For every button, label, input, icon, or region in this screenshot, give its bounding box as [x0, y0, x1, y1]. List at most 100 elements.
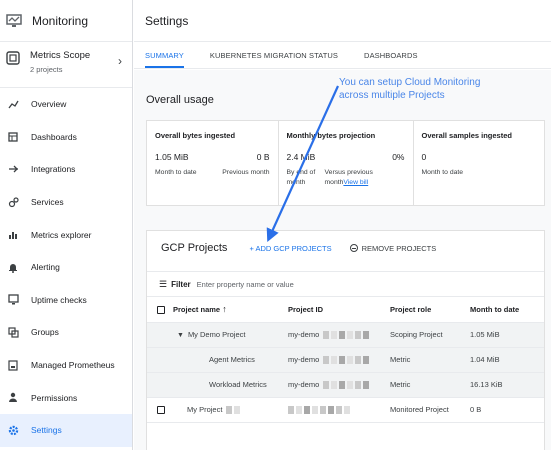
usage-bytes-ingested: Overall bytes ingested 1.05 MiB 0 B Mont… [147, 121, 279, 205]
filter-icon: ☰ [159, 278, 168, 289]
sidebar-item-permissions[interactable]: Permissions [0, 381, 132, 414]
scope-name: Metrics Scope [30, 50, 91, 61]
filter-input[interactable]: Enter property name or value [197, 280, 294, 289]
filter-bar[interactable]: ☰ Filter Enter property name or value [147, 271, 544, 297]
col-project-role: Project role [390, 297, 470, 323]
expand-arrow-icon[interactable]: ▼ [177, 332, 184, 339]
bell-icon [7, 261, 19, 273]
table-row[interactable]: My Project Monitored Project 0 B [147, 397, 544, 423]
table-row[interactable]: Agent Metrics my-demo Metric 1.04 MiB [147, 347, 544, 373]
usage-monthly-projection: Monthly bytes projection 2.4 MiB 0% By e… [279, 121, 414, 205]
project-role: Metric [390, 347, 470, 373]
sidebar-item-label: Managed Prometheus [31, 360, 115, 371]
sidebar-item-dashboards[interactable]: Dashboards [0, 121, 132, 154]
select-all-checkbox[interactable] [157, 305, 165, 314]
usage-value: 1.05 MiB [155, 152, 189, 162]
sidebar-item-metrics-explorer[interactable]: Metrics explorer [0, 218, 132, 251]
sidebar-header: Monitoring [0, 0, 132, 42]
remove-projects-button[interactable]: REMOVE PROJECTS [349, 243, 437, 253]
row-checkbox[interactable] [157, 406, 165, 414]
tab-bar: SUMMARY KUBERNETES MIGRATION STATUS DASH… [134, 42, 551, 69]
sidebar-item-services[interactable]: Services [0, 186, 132, 219]
tab-kubernetes-migration-status[interactable]: KUBERNETES MIGRATION STATUS [210, 51, 338, 68]
dashboards-icon [7, 131, 19, 143]
project-name: Workload Metrics [209, 380, 267, 389]
usage-col-title: Overall samples ingested [421, 131, 512, 140]
callout-line-1: You can setup Cloud Monitoring [339, 77, 481, 88]
summary-content: You can setup Cloud Monitoring across mu… [134, 70, 551, 450]
project-mtd: 1.04 MiB [470, 347, 544, 373]
sidebar-item-integrations[interactable]: Integrations [0, 153, 132, 186]
sidebar-item-managed-prometheus[interactable]: Managed Prometheus [0, 349, 132, 382]
sidebar-item-overview[interactable]: Overview [0, 88, 132, 121]
page-title: Settings [134, 0, 551, 42]
sidebar-item-alerting[interactable]: Alerting [0, 251, 132, 284]
filter-label: Filter [171, 279, 191, 289]
sidebar-item-settings[interactable]: Settings [0, 413, 132, 447]
usage-sub-left: Month to date [155, 169, 197, 176]
sort-arrow-up-icon[interactable]: ↑ [222, 304, 227, 314]
integrations-icon [7, 163, 19, 175]
project-role: Metric [390, 372, 470, 398]
callout-annotation: You can setup Cloud Monitoring across mu… [339, 76, 480, 102]
callout-line-2: across multiple Projects [339, 90, 445, 101]
sidebar-item-uptime-checks[interactable]: Uptime checks [0, 284, 132, 317]
sidebar-item-label: Integrations [31, 164, 76, 175]
usage-col-title: Monthly bytes projection [286, 131, 376, 140]
metrics-explorer-icon [7, 229, 19, 241]
redacted-id [288, 406, 352, 414]
project-name: Agent Metrics [209, 355, 255, 364]
gcp-projects-title: GCP Projects [161, 242, 228, 254]
project-id: my-demo [288, 379, 320, 389]
usage-value: 0 [421, 152, 427, 162]
sidebar-item-label: Alerting [31, 262, 60, 273]
sidebar-item-label: Services [31, 197, 64, 208]
usage-col-title: Overall bytes ingested [155, 131, 236, 140]
services-icon [7, 196, 19, 208]
col-project-id: Project ID [288, 297, 390, 323]
tab-dashboards[interactable]: DASHBOARDS [364, 51, 418, 68]
sidebar-item-label: Metrics explorer [31, 229, 92, 240]
usage-prev-value: 0 B [256, 152, 270, 162]
usage-card: Overall bytes ingested 1.05 MiB 0 B Mont… [146, 120, 545, 206]
redacted-name [226, 406, 242, 414]
groups-icon [7, 326, 19, 338]
prometheus-icon [7, 359, 19, 371]
metrics-scope[interactable]: Metrics Scope 2 projects › [0, 42, 132, 88]
view-bill-link[interactable]: View bill [343, 179, 368, 186]
col-month-to-date: Month to date [470, 297, 544, 323]
table-header-row: Project name ↑ Project ID Project role M… [147, 297, 544, 323]
metrics-scope-icon [6, 51, 20, 65]
sidebar-item-label: Overview [31, 99, 67, 110]
usage-change-value: 0% [392, 152, 405, 162]
project-mtd: 16.13 KiB [470, 372, 544, 398]
add-gcp-projects-button[interactable]: + ADD GCP PROJECTS [249, 244, 331, 253]
usage-value: 2.4 MiB [286, 152, 316, 162]
sidebar-item-label: Settings [31, 425, 62, 436]
project-role: Monitored Project [390, 397, 470, 423]
redacted-id [323, 381, 371, 389]
project-role: Scoping Project [390, 322, 470, 348]
project-id: my-demo [288, 354, 320, 364]
overview-icon [7, 98, 19, 110]
scope-sub: 2 projects [30, 65, 63, 74]
remove-projects-label: REMOVE PROJECTS [361, 243, 437, 253]
overall-usage-title: Overall usage [146, 94, 214, 106]
table-row[interactable]: Workload Metrics my-demo Metric 16.13 Ki… [147, 372, 544, 398]
tab-summary[interactable]: SUMMARY [145, 51, 184, 68]
gear-icon [7, 424, 19, 436]
monitoring-logo-icon [6, 13, 22, 27]
sidebar-nav: Overview Dashboards Integrations Service… [0, 88, 132, 447]
table-row[interactable]: ▼ My Demo Project my-demo Scoping Project… [147, 322, 544, 348]
gcp-projects-card: GCP Projects + ADD GCP PROJECTS REMOVE P… [146, 230, 545, 450]
col-project-name[interactable]: Project name [173, 305, 220, 314]
redacted-id [323, 331, 371, 339]
sidebar-item-label: Dashboards [31, 131, 77, 142]
uptime-icon [7, 294, 19, 306]
remove-circle-icon [349, 244, 358, 252]
redacted-id [323, 356, 371, 364]
chevron-right-icon[interactable]: › [118, 54, 122, 68]
projects-table: Project name ↑ Project ID Project role M… [147, 297, 544, 423]
sidebar-item-label: Uptime checks [31, 294, 87, 305]
sidebar-item-groups[interactable]: Groups [0, 316, 132, 349]
